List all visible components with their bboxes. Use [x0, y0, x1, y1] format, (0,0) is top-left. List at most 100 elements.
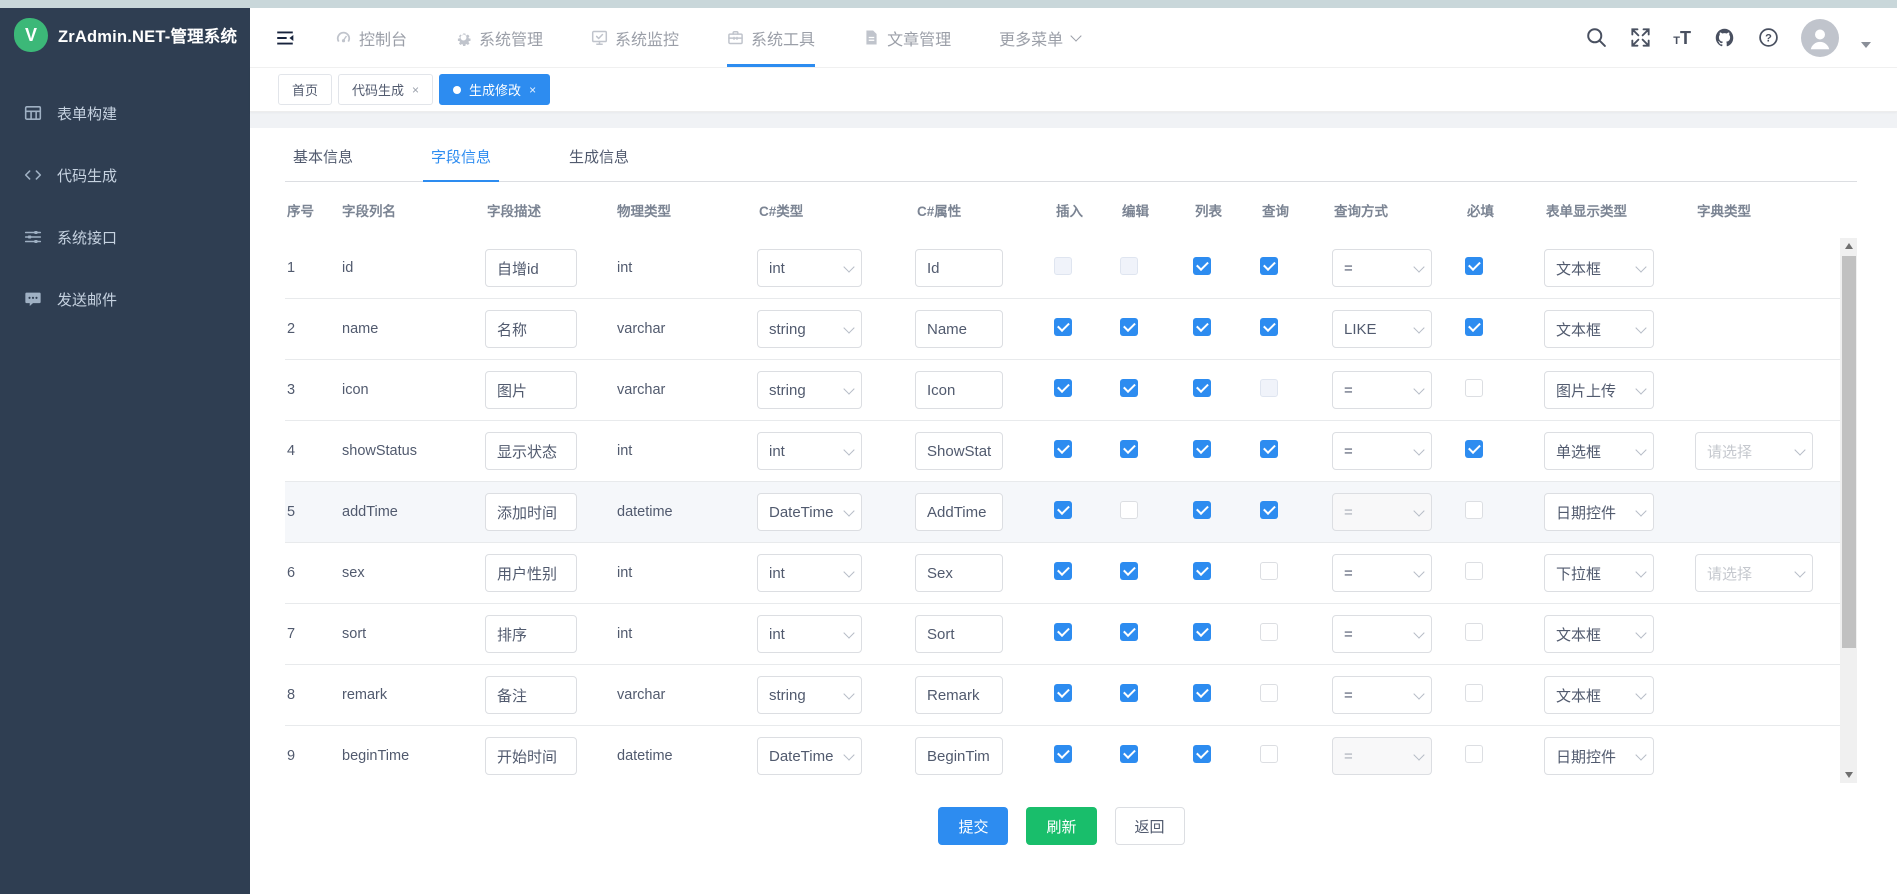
tab-生成信息[interactable]: 生成信息 [561, 146, 637, 182]
nav-item-系统工具[interactable]: 系统工具 [727, 8, 815, 67]
required-checkbox[interactable] [1465, 623, 1483, 641]
cs-property-input[interactable]: BeginTim [915, 737, 1003, 775]
query-checkbox[interactable] [1260, 745, 1278, 763]
list-checkbox-checked[interactable] [1193, 318, 1211, 336]
insert-checkbox-checked[interactable] [1054, 501, 1072, 519]
insert-checkbox-checked[interactable] [1054, 623, 1072, 641]
dict-type-select[interactable]: 请选择 [1695, 554, 1813, 592]
cs-type-select[interactable]: DateTime [757, 493, 862, 531]
tag-生成修改[interactable]: 生成修改× [439, 74, 550, 105]
sidebar-item-代码生成[interactable]: 代码生成 [0, 144, 250, 206]
cs-type-select[interactable]: string [757, 310, 862, 348]
tag-代码生成[interactable]: 代码生成× [338, 74, 433, 105]
query-mode-select[interactable]: = [1332, 554, 1432, 592]
required-checkbox[interactable] [1465, 745, 1483, 763]
insert-checkbox-checked[interactable] [1054, 440, 1072, 458]
display-type-select[interactable]: 文本框 [1544, 249, 1654, 287]
display-type-select[interactable]: 文本框 [1544, 676, 1654, 714]
sidebar-item-发送邮件[interactable]: 发送邮件 [0, 268, 250, 330]
cs-property-input[interactable]: Sex [915, 554, 1003, 592]
edit-checkbox-checked[interactable] [1120, 562, 1138, 580]
query-checkbox[interactable] [1260, 623, 1278, 641]
list-checkbox-checked[interactable] [1193, 379, 1211, 397]
cs-property-input[interactable]: Name [915, 310, 1003, 348]
tag-close-icon[interactable]: × [529, 83, 536, 97]
collapse-sidebar-icon[interactable] [275, 28, 297, 48]
list-checkbox-checked[interactable] [1193, 623, 1211, 641]
field-desc-input[interactable]: 自增id [485, 249, 577, 287]
display-type-select[interactable]: 文本框 [1544, 310, 1654, 348]
field-desc-input[interactable]: 添加时间 [485, 493, 577, 531]
insert-checkbox-checked[interactable] [1054, 745, 1072, 763]
tag-首页[interactable]: 首页 [278, 74, 332, 105]
cs-type-select[interactable]: int [757, 554, 862, 592]
required-checkbox[interactable] [1465, 379, 1483, 397]
cs-property-input[interactable]: Id [915, 249, 1003, 287]
display-type-select[interactable]: 日期控件 [1544, 737, 1654, 775]
field-desc-input[interactable]: 显示状态 [485, 432, 577, 470]
nav-item-系统管理[interactable]: 系统管理 [455, 8, 543, 67]
list-checkbox-checked[interactable] [1193, 745, 1211, 763]
cs-property-input[interactable]: Remark [915, 676, 1003, 714]
query-checkbox-checked[interactable] [1260, 501, 1278, 519]
edit-checkbox-checked[interactable] [1120, 623, 1138, 641]
nav-item-文章管理[interactable]: 文章管理 [863, 8, 951, 67]
display-type-select[interactable]: 日期控件 [1544, 493, 1654, 531]
返回-button[interactable]: 返回 [1115, 807, 1185, 845]
display-type-select[interactable]: 文本框 [1544, 615, 1654, 653]
query-mode-select[interactable]: = [1332, 676, 1432, 714]
query-mode-select[interactable]: = [1332, 615, 1432, 653]
caret-down-icon[interactable] [1861, 42, 1871, 48]
required-checkbox-checked[interactable] [1465, 318, 1483, 336]
field-desc-input[interactable]: 开始时间 [485, 737, 577, 775]
query-checkbox[interactable] [1260, 684, 1278, 702]
display-type-select[interactable]: 单选框 [1544, 432, 1654, 470]
query-checkbox-checked[interactable] [1260, 318, 1278, 336]
cs-property-input[interactable]: Sort [915, 615, 1003, 653]
required-checkbox[interactable] [1465, 684, 1483, 702]
required-checkbox-checked[interactable] [1465, 440, 1483, 458]
field-desc-input[interactable]: 备注 [485, 676, 577, 714]
query-mode-select[interactable]: LIKE [1332, 310, 1432, 348]
insert-checkbox-checked[interactable] [1054, 379, 1072, 397]
list-checkbox-checked[interactable] [1193, 257, 1211, 275]
field-desc-input[interactable]: 用户性别 [485, 554, 577, 592]
edit-checkbox-checked[interactable] [1120, 440, 1138, 458]
cs-type-select[interactable]: int [757, 249, 862, 287]
nav-item-控制台[interactable]: 控制台 [335, 8, 407, 67]
list-checkbox-checked[interactable] [1193, 440, 1211, 458]
cs-property-input[interactable]: AddTime [915, 493, 1003, 531]
table-scrollbar[interactable] [1840, 238, 1857, 783]
list-checkbox-checked[interactable] [1193, 501, 1211, 519]
edit-checkbox-checked[interactable] [1120, 745, 1138, 763]
sidebar-item-表单构建[interactable]: 表单构建 [0, 82, 250, 144]
sidebar-item-系统接口[interactable]: 系统接口 [0, 206, 250, 268]
github-icon[interactable] [1713, 27, 1735, 49]
cs-property-input[interactable]: Icon [915, 371, 1003, 409]
required-checkbox-checked[interactable] [1465, 257, 1483, 275]
field-desc-input[interactable]: 名称 [485, 310, 577, 348]
search-icon[interactable] [1585, 27, 1607, 49]
help-icon[interactable]: ? [1757, 27, 1779, 49]
cs-type-select[interactable]: string [757, 371, 862, 409]
cs-type-select[interactable]: int [757, 615, 862, 653]
nav-item-更多菜单[interactable]: 更多菜单 [999, 8, 1080, 67]
scrollbar-down-arrow-icon[interactable] [1840, 767, 1857, 783]
edit-checkbox-checked[interactable] [1120, 684, 1138, 702]
fullscreen-icon[interactable] [1629, 27, 1651, 49]
field-desc-input[interactable]: 图片 [485, 371, 577, 409]
tab-基本信息[interactable]: 基本信息 [285, 146, 361, 182]
field-desc-input[interactable]: 排序 [485, 615, 577, 653]
edit-checkbox-checked[interactable] [1120, 379, 1138, 397]
user-avatar[interactable] [1801, 19, 1839, 57]
insert-checkbox-checked[interactable] [1054, 684, 1072, 702]
cs-type-select[interactable]: string [757, 676, 862, 714]
query-checkbox-checked[interactable] [1260, 257, 1278, 275]
display-type-select[interactable]: 图片上传 [1544, 371, 1654, 409]
query-checkbox[interactable] [1260, 562, 1278, 580]
tag-close-icon[interactable]: × [412, 83, 419, 97]
required-checkbox[interactable] [1465, 501, 1483, 519]
font-size-icon[interactable]: TT [1673, 29, 1691, 47]
required-checkbox[interactable] [1465, 562, 1483, 580]
query-mode-select[interactable]: = [1332, 249, 1432, 287]
